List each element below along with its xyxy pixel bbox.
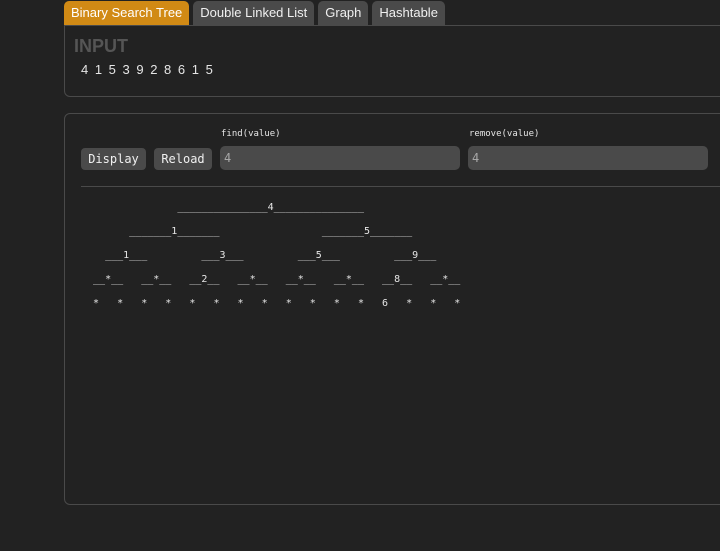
tab-binary-search-tree[interactable]: Binary Search Tree	[64, 1, 190, 25]
tab-bar: Binary Search Tree Double Linked List Gr…	[64, 1, 449, 26]
divider	[81, 186, 720, 187]
tab-double-linked-list[interactable]: Double Linked List	[193, 1, 315, 25]
tree-panel: Display Reload find(value) remove(value)…	[64, 113, 720, 505]
tree-level-2: _______1_______ _______5_______	[81, 226, 413, 237]
tree-level-1: _______________4_______________	[81, 202, 364, 213]
remove-input[interactable]	[468, 146, 708, 170]
display-button[interactable]: Display	[81, 148, 146, 170]
remove-label: remove(value)	[469, 129, 540, 139]
tree-level-4: __*__ __*__ __2__ __*__ __*__ __*__ __8_…	[81, 274, 461, 285]
input-values: 4 1 5 3 9 2 8 6 1 5	[81, 62, 215, 77]
tab-graph[interactable]: Graph	[318, 1, 369, 25]
reload-button[interactable]: Reload	[154, 148, 212, 170]
find-label: find(value)	[221, 129, 281, 139]
input-panel: INPUT 4 1 5 3 9 2 8 6 1 5	[64, 25, 720, 97]
tab-hashtable[interactable]: Hashtable	[372, 1, 445, 25]
find-input[interactable]	[220, 146, 460, 170]
tree-level-5: * * * * * * * * * * * * 6 * * *	[81, 298, 461, 309]
input-heading: INPUT	[74, 36, 128, 56]
tree-level-3: ___1___ ___3___ ___5___ ___9___	[81, 250, 437, 261]
